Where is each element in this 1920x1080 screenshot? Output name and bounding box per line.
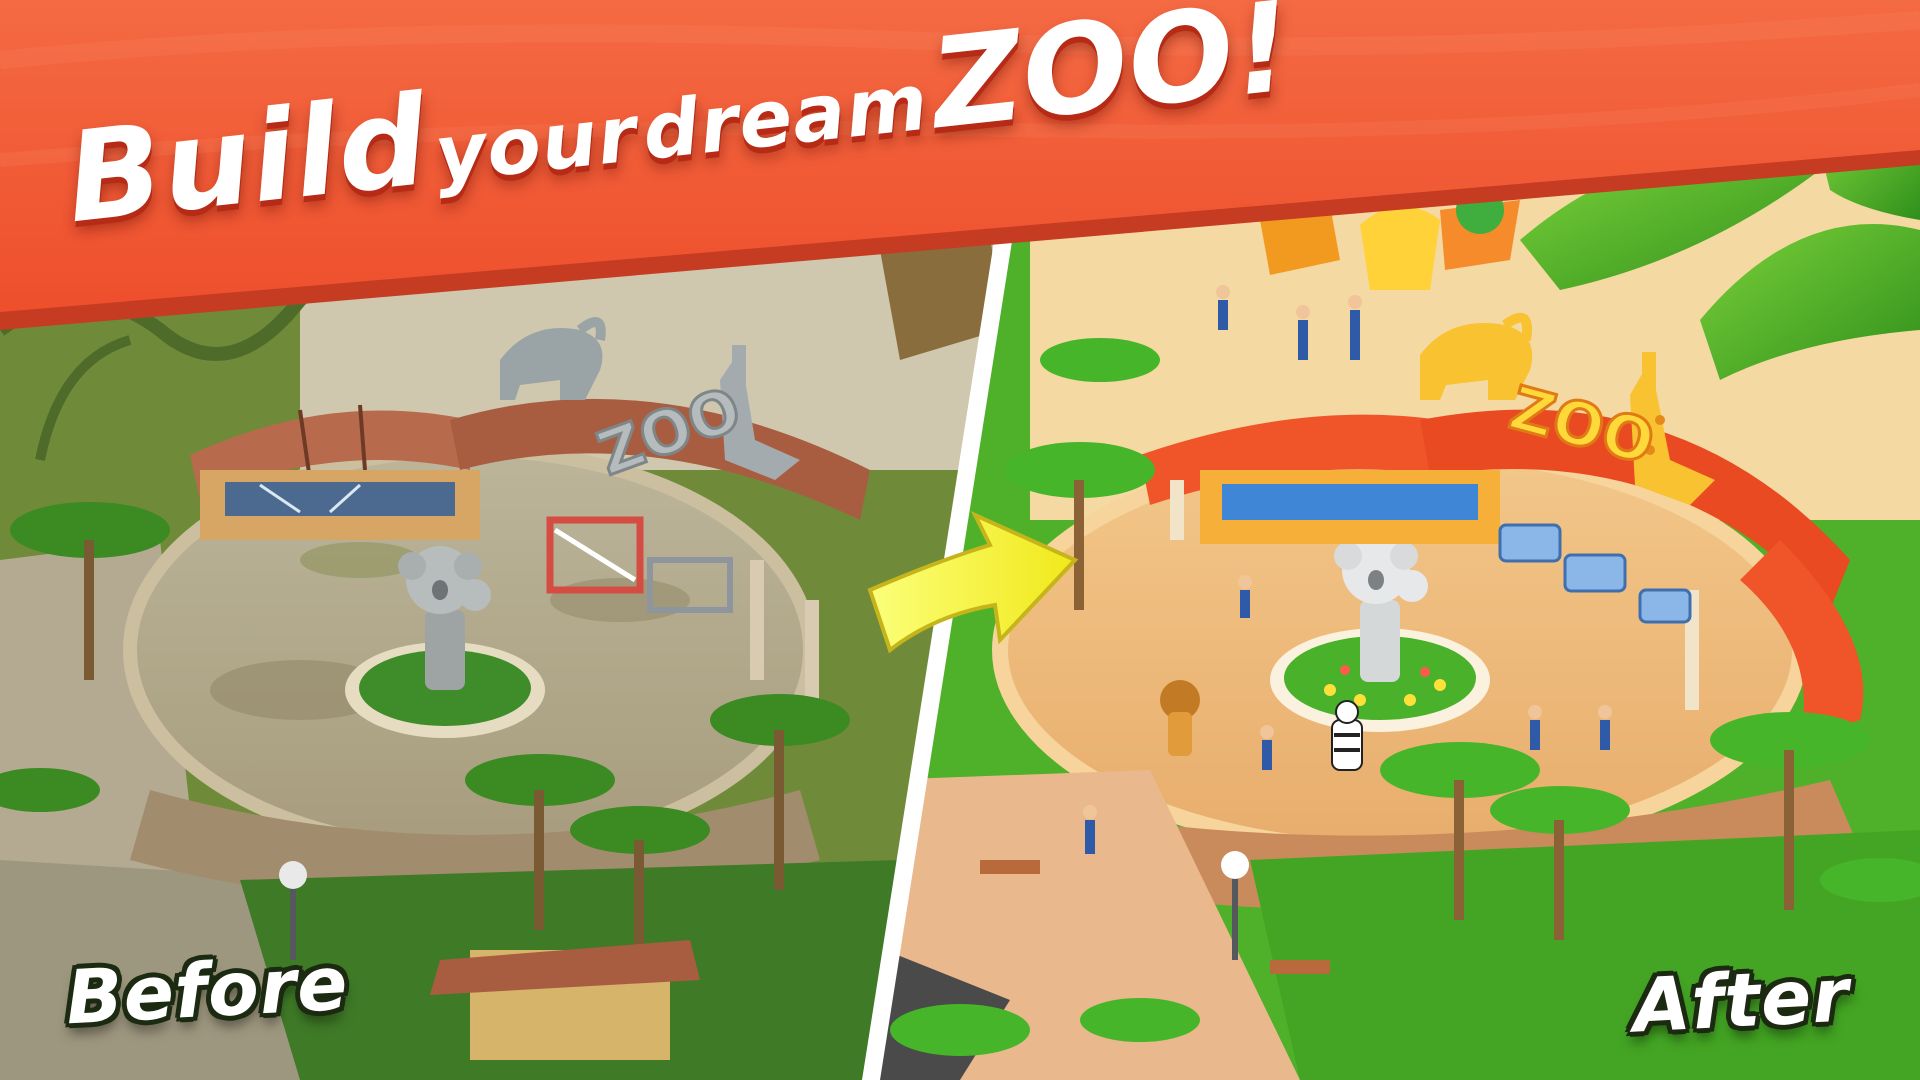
game-promo-art: ZOO ZOO Build your dream ZOO! Before Aft…: [0, 0, 1920, 1080]
zebra-mascot: [1331, 700, 1363, 771]
after-label: After: [1630, 952, 1852, 1050]
zoo-scene: ZOO ZOO: [0, 0, 1920, 1080]
before-label: Before: [63, 940, 351, 1042]
